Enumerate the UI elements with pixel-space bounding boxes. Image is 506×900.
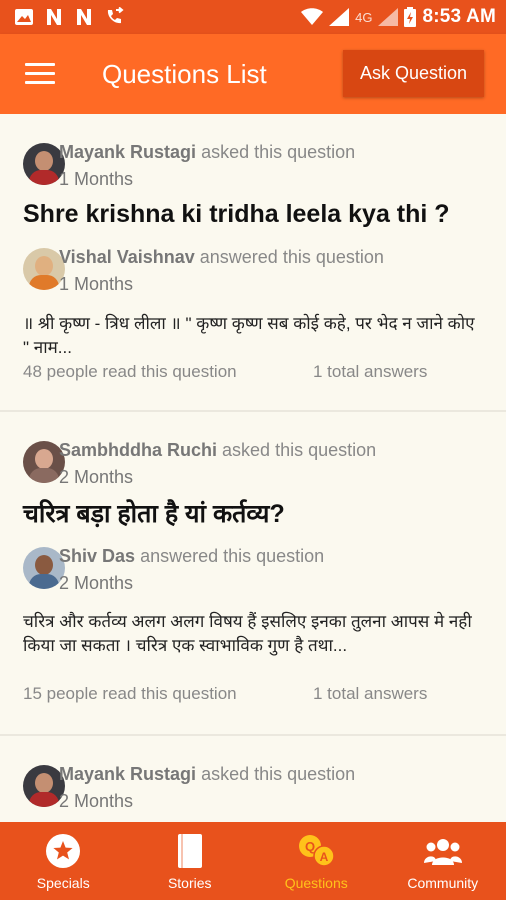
svg-text:Q: Q xyxy=(305,839,315,854)
asker-name[interactable]: Mayank Rustagi xyxy=(59,142,196,162)
page-title: Questions List xyxy=(102,59,267,89)
question-title[interactable]: चरित्र बड़ा होता है यां कर्तव्य? xyxy=(23,496,285,530)
read-count: 48 people read this question xyxy=(23,362,237,381)
answered-time: 2 Months xyxy=(59,573,134,593)
answered-time: 1 Months xyxy=(59,274,134,294)
network-type: 4G xyxy=(355,9,373,25)
answer-count: 1 total answers xyxy=(313,684,428,703)
clock: 8:53 AM xyxy=(422,6,496,27)
system-icons: 4G 8:53 AM xyxy=(301,6,496,28)
n-notification-icon-2 xyxy=(77,9,91,25)
call-forward-icon xyxy=(107,7,124,24)
answer-count: 1 total answers xyxy=(313,362,428,381)
asked-time: 2 Months xyxy=(59,791,134,811)
nav-label: Questions xyxy=(284,875,348,891)
nav-questions[interactable]: QA Questions xyxy=(253,822,380,900)
questions-list[interactable]: Mayank Rustagi asked this question 1 Mon… xyxy=(0,114,506,822)
book-icon xyxy=(177,834,202,868)
nav-label: Specials xyxy=(36,875,90,891)
answer-snippet[interactable]: चरित्र और कर्तव्य अलग अलग विषय हैं इसलिए… xyxy=(23,610,483,658)
signal-icon xyxy=(329,8,350,26)
answer-snippet[interactable]: ॥ श्री कृष्ण - त्रिध लीला ॥ " कृष्ण कृष्… xyxy=(23,312,483,360)
question-card[interactable]: Sambhddha Ruchi asked this question 2 Mo… xyxy=(0,414,506,736)
star-circle-icon xyxy=(46,834,81,868)
app-bar: Questions List Ask Question xyxy=(0,34,506,114)
asker-name[interactable]: Mayank Rustagi xyxy=(59,764,196,784)
nav-community[interactable]: Community xyxy=(380,822,506,900)
asked-time: 2 Months xyxy=(59,467,134,487)
question-card[interactable]: Mayank Rustagi asked this question 2 Mon… xyxy=(0,738,506,822)
nav-specials[interactable]: Specials xyxy=(0,822,127,900)
asked-label: asked this question xyxy=(201,764,356,784)
answerer-name[interactable]: Shiv Das xyxy=(59,546,135,566)
answerer-name[interactable]: Vishal Vaishnav xyxy=(59,247,195,267)
read-count: 15 people read this question xyxy=(23,684,237,703)
bottom-navigation: Specials Stories QA Questions Community xyxy=(0,822,506,900)
question-card[interactable]: Mayank Rustagi asked this question 1 Mon… xyxy=(0,114,506,412)
asker-name[interactable]: Sambhddha Ruchi xyxy=(59,440,217,460)
n-notification-icon xyxy=(47,9,61,25)
notification-icons xyxy=(14,7,124,27)
signal-icon-2 xyxy=(378,8,399,26)
question-stats: 48 people read this question 1 total ans… xyxy=(23,362,427,382)
nav-label: Community xyxy=(407,875,479,891)
nav-label: Stories xyxy=(167,875,212,891)
asked-label: asked this question xyxy=(201,142,356,162)
menu-icon[interactable] xyxy=(25,63,55,85)
people-icon xyxy=(423,839,462,865)
asked-label: asked this question xyxy=(222,440,377,460)
battery-icon xyxy=(404,7,417,27)
wifi-icon xyxy=(301,8,324,25)
question-stats: 15 people read this question 1 total ans… xyxy=(23,684,427,704)
answered-label: answered this question xyxy=(199,247,384,267)
answered-label: answered this question xyxy=(140,546,325,566)
status-bar: 4G 8:53 AM xyxy=(0,0,506,34)
asked-time: 1 Months xyxy=(59,169,134,189)
nav-stories[interactable]: Stories xyxy=(127,822,254,900)
svg-text:A: A xyxy=(320,850,329,864)
ask-question-button[interactable]: Ask Question xyxy=(343,50,484,97)
image-icon xyxy=(15,9,33,25)
qa-icon: QA xyxy=(299,835,335,867)
question-title[interactable]: Shre krishna ki tridha leela kya thi ? xyxy=(23,200,450,229)
